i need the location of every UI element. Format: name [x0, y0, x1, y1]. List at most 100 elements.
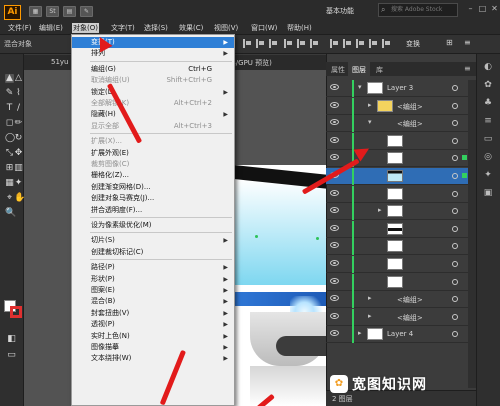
menu-item[interactable]: 混合(B) ▶ — [72, 296, 234, 307]
layer-name[interactable]: <编组> — [397, 295, 423, 305]
transform-button[interactable]: 变换 — [406, 39, 420, 49]
target-circle-icon[interactable] — [452, 137, 458, 144]
scale-tool-icon[interactable]: ⤡ — [5, 149, 14, 158]
layer-row[interactable]: ▸ — [326, 203, 476, 221]
menubar-item-2[interactable]: 对象(O) — [72, 23, 99, 33]
align-icon[interactable] — [284, 39, 293, 48]
selection-tool-icon[interactable]: ▲ — [5, 74, 14, 83]
options-icon[interactable]: ≡ — [464, 38, 476, 48]
visibility-eye-icon[interactable] — [330, 224, 339, 231]
puppet-warp-tool-icon[interactable]: ✥ — [14, 149, 23, 158]
direct-select-tool-icon[interactable]: △ — [14, 74, 23, 83]
menu-item[interactable]: 拼合透明度(F)... — [72, 205, 234, 216]
expand-arrow-icon[interactable]: ▸ — [378, 206, 382, 214]
document-tab-mode[interactable]: B/GPU 预览) — [231, 58, 272, 68]
anchor-point[interactable] — [255, 235, 258, 238]
close-icon[interactable]: ✕ — [490, 4, 499, 13]
target-circle-icon[interactable] — [452, 190, 458, 197]
stock-search-input[interactable]: ⌕ 搜索 Adobe Stock — [378, 3, 458, 17]
tab-properties[interactable]: 属性 — [331, 65, 345, 75]
target-circle-icon[interactable] — [452, 331, 458, 338]
align-icon[interactable] — [382, 39, 391, 48]
align-icon[interactable] — [330, 39, 339, 48]
menu-item[interactable]: 路径(P) ▶ — [72, 262, 234, 273]
menu-item[interactable]: 排列 ▶ — [72, 48, 234, 59]
color-icon[interactable]: ◐ — [482, 62, 494, 72]
tab-libraries[interactable]: 库 — [376, 65, 383, 75]
brush-icon[interactable]: ✎ — [80, 6, 93, 17]
visibility-eye-icon[interactable] — [330, 277, 339, 284]
target-circle-icon[interactable] — [452, 85, 458, 91]
pencil-tool-icon[interactable]: ✏ — [14, 119, 23, 128]
layer-row[interactable]: ▸ Layer 4 — [326, 326, 476, 344]
panel-scrollbar[interactable] — [468, 80, 476, 388]
menubar-item-3[interactable]: 文字(T) — [111, 23, 135, 33]
visibility-eye-icon[interactable] — [330, 84, 339, 90]
transparency-icon[interactable]: ◎ — [482, 152, 494, 162]
layer-row[interactable] — [326, 256, 476, 273]
visibility-eye-icon[interactable] — [330, 119, 339, 126]
menu-item[interactable]: 透视(P) ▶ — [72, 319, 234, 330]
align-icon[interactable] — [369, 39, 378, 48]
menu-item[interactable]: 扩展外观(E) — [72, 148, 234, 159]
ellipse-tool-icon[interactable]: ◯ — [5, 134, 15, 143]
visibility-eye-icon[interactable] — [330, 295, 339, 302]
menu-item[interactable]: 栅格化(Z)... — [72, 170, 234, 181]
layer-name[interactable]: Layer 3 — [387, 84, 413, 92]
target-circle-icon[interactable] — [452, 243, 458, 250]
align-icon[interactable] — [243, 39, 252, 48]
align-icon[interactable] — [343, 39, 352, 48]
menu-item[interactable]: 创建裁切标记(C) — [72, 247, 234, 258]
align-icon[interactable] — [310, 39, 319, 48]
gradient-tool-icon[interactable]: ▦ — [5, 179, 14, 188]
target-circle-icon[interactable] — [452, 313, 458, 320]
workspace-switcher[interactable]: 基本功能 — [326, 5, 366, 17]
hand-tool-icon[interactable]: ✋ — [14, 194, 25, 203]
tab-layers[interactable]: 图层 — [352, 65, 366, 75]
appearance-icon[interactable]: ✦ — [482, 170, 494, 180]
menu-item[interactable]: 创建渐变网格(D)... — [72, 182, 234, 193]
layer-row[interactable]: ▸ <编组> — [326, 97, 476, 115]
menubar-item-8[interactable]: 帮助(H) — [287, 23, 312, 33]
menu-item[interactable]: 封套扭曲(V) ▶ — [72, 308, 234, 319]
maximize-icon[interactable]: □ — [478, 4, 487, 13]
document-tab-name[interactable]: 51yu — [51, 58, 69, 66]
menu-item[interactable]: 创建对象马赛克(J)... — [72, 193, 234, 204]
menubar-item-5[interactable]: 效果(C) — [179, 23, 203, 33]
visibility-eye-icon[interactable] — [330, 154, 339, 161]
target-circle-icon[interactable] — [452, 296, 458, 303]
menubar-item-4[interactable]: 选择(S) — [144, 23, 168, 33]
align-icon[interactable] — [297, 39, 306, 48]
visibility-eye-icon[interactable] — [330, 242, 339, 249]
layer-row[interactable]: ▾ Layer 3 — [326, 80, 476, 97]
pen-tool-icon[interactable]: ✎ — [5, 89, 14, 98]
curvature-tool-icon[interactable]: ⌇ — [14, 89, 23, 98]
menu-item[interactable]: 锁定(L) ▶ — [72, 87, 234, 98]
gradient-icon[interactable]: ▭ — [482, 134, 494, 144]
layer-name[interactable]: <编组> — [397, 313, 423, 323]
layer-row[interactable]: ▾ <编组> — [326, 115, 476, 133]
line-tool-icon[interactable]: / — [14, 104, 23, 113]
target-circle-icon[interactable] — [452, 278, 458, 285]
align-icon[interactable] — [269, 39, 278, 48]
menu-item[interactable]: 图案(E) ▶ — [72, 285, 234, 296]
menubar-item-0[interactable]: 文件(F) — [8, 23, 32, 33]
menubar-item-1[interactable]: 编辑(E) — [39, 23, 63, 33]
grid-layout-icon[interactable]: ▤ — [63, 6, 76, 17]
stroke-icon[interactable]: ≡ — [482, 116, 494, 126]
shape-builder-tool-icon[interactable]: ⊞ — [5, 164, 14, 173]
anchor-point[interactable] — [316, 237, 319, 240]
menu-item[interactable]: 文本绕排(W) ▶ — [72, 353, 234, 364]
screen-mode-icon[interactable]: ▭ — [7, 351, 16, 360]
visibility-eye-icon[interactable] — [330, 312, 339, 319]
target-circle-icon[interactable] — [452, 102, 458, 109]
collapse-arrow-icon[interactable]: ▾ — [358, 83, 362, 91]
menu-item[interactable]: 形状(P) ▶ — [72, 274, 234, 285]
target-circle-icon[interactable] — [452, 155, 458, 162]
visibility-eye-icon[interactable] — [330, 260, 339, 266]
visibility-eye-icon[interactable] — [330, 136, 339, 143]
layer-row[interactable] — [326, 132, 476, 150]
menubar-item-6[interactable]: 视图(V) — [214, 23, 238, 33]
brush-panel-icon[interactable]: ✿ — [482, 80, 494, 90]
expand-arrow-icon[interactable]: ▸ — [368, 101, 372, 109]
